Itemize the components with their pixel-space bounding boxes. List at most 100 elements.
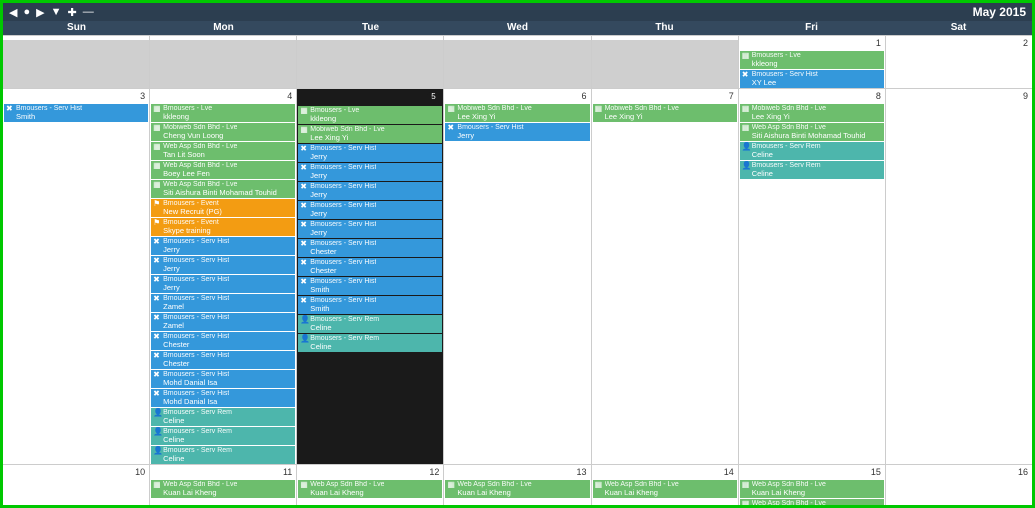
remove-button[interactable]: —	[83, 6, 94, 18]
day-header: Thu	[591, 21, 738, 35]
calendar-day-cell[interactable]: 7▦Mobiweb Sdn Bhd - LveLee Xing Yi	[592, 89, 739, 464]
calendar-event[interactable]: ✖Bmousers - Serv HistJerry	[151, 256, 295, 274]
wr-icon: ✖	[300, 240, 309, 248]
calendar-event[interactable]: ▦Web Asp Sdn Bhd - LveKuan Lai Kheng	[740, 480, 884, 498]
calendar-day-cell[interactable]: 1▦Bmousers - Lvekkleong✖Bmousers - Serv …	[739, 36, 886, 88]
calendar-event[interactable]: ✖Bmousers - Serv HistChester	[151, 351, 295, 369]
calendar-event[interactable]: 👤Bmousers - Serv RemCeline	[298, 334, 442, 352]
calendar-event[interactable]: ✖Bmousers - Serv HistZamel	[151, 294, 295, 312]
calendar-day-cell[interactable]: 10	[3, 465, 150, 505]
cal-icon: ▦	[300, 107, 309, 115]
calendar-event[interactable]: ▦Bmousers - Lvekkleong	[298, 106, 442, 124]
calendar-event[interactable]: ▦Mobiweb Sdn Bhd - LveLee Xing Yi	[445, 104, 589, 122]
calendar-event[interactable]: ✖Bmousers - Serv HistJerry	[298, 182, 442, 200]
calendar-event[interactable]: ✖Bmousers - Serv HistJerry	[298, 201, 442, 219]
flag-icon: ⚑	[153, 219, 162, 227]
calendar-day-cell[interactable]: 13▦Web Asp Sdn Bhd - LveKuan Lai Kheng	[444, 465, 591, 505]
wr-icon: ✖	[300, 259, 309, 267]
calendar-event[interactable]: ✖Bmousers - Serv HistSmith	[298, 277, 442, 295]
event-text: Bmousers - Serv HistJerry	[457, 124, 523, 140]
calendar-day-cell[interactable]: 4▦Bmousers - Lvekkleong▦Mobiweb Sdn Bhd …	[150, 89, 297, 464]
calendar-event[interactable]: 👤Bmousers - Serv RemCeline	[151, 408, 295, 426]
calendar-event[interactable]: ▦Mobiweb Sdn Bhd - LveLee Xing Yi	[298, 125, 442, 143]
wr-icon: ✖	[300, 221, 309, 229]
calendar-event[interactable]: ✖Bmousers - Serv HistChester	[151, 332, 295, 350]
calendar-event[interactable]: ✖Bmousers - Serv HistZamel	[151, 313, 295, 331]
calendar-day-cell[interactable]: 16	[886, 465, 1032, 505]
calendar-event[interactable]: ✖Bmousers - Serv HistJerry	[298, 220, 442, 238]
event-text: Bmousers - Serv HistMohd Danial Isa	[163, 390, 229, 406]
flag-icon: ⚑	[153, 200, 162, 208]
calendar-day-cell[interactable]: 3✖Bmousers - Serv HistSmith	[3, 89, 150, 464]
calendar-day-cell[interactable]	[3, 36, 150, 88]
calendar-event[interactable]: ✖Bmousers - Serv HistJerry	[151, 237, 295, 255]
calendar-event[interactable]: ▦Web Asp Sdn Bhd - LveSiti Aishura Binti…	[740, 499, 884, 506]
calendar-day-cell[interactable]: 8▦Mobiweb Sdn Bhd - LveLee Xing Yi▦Web A…	[739, 89, 886, 464]
add-button[interactable]: ✚	[67, 6, 76, 19]
calendar-day-cell[interactable]	[150, 36, 297, 88]
calendar-event[interactable]: ▦Web Asp Sdn Bhd - LveBoey Lee Fen	[151, 161, 295, 179]
event-text: Bmousers - Lvekkleong	[752, 52, 801, 68]
calendar-event[interactable]: 👤Bmousers - Serv RemCeline	[298, 315, 442, 333]
calendar-event[interactable]: ▦Mobiweb Sdn Bhd - LveCheng Vun Loong	[151, 123, 295, 141]
today-button[interactable]: ●	[23, 6, 30, 18]
event-text: Web Asp Sdn Bhd - LveKuan Lai Kheng	[457, 481, 531, 497]
event-text: Bmousers - Serv HistZamel	[163, 295, 229, 311]
calendar-day-cell[interactable]: 15▦Web Asp Sdn Bhd - LveKuan Lai Kheng▦W…	[739, 465, 886, 505]
calendar-day-cell[interactable]	[592, 36, 739, 88]
calendar-event[interactable]: ✖Bmousers - Serv HistJerry	[298, 144, 442, 162]
calendar-event[interactable]: ✖Bmousers - Serv HistMohd Danial Isa	[151, 370, 295, 388]
calendar-event[interactable]: ▦Web Asp Sdn Bhd - LveKuan Lai Kheng	[298, 480, 442, 498]
calendar-event[interactable]: 👤Bmousers - Serv RemCeline	[151, 446, 295, 464]
calendar-day-cell[interactable]: 6▦Mobiweb Sdn Bhd - LveLee Xing Yi✖Bmous…	[444, 89, 591, 464]
calendar-event[interactable]: ✖Bmousers - Serv HistJerry	[298, 163, 442, 181]
prev-button[interactable]: ◀	[9, 6, 17, 19]
calendar-day-cell[interactable]: 2	[886, 36, 1032, 88]
calendar-day-cell[interactable]	[297, 36, 444, 88]
calendar-event[interactable]: ✖Bmousers - Serv HistMohd Danial Isa	[151, 389, 295, 407]
calendar-event[interactable]: ▦Web Asp Sdn Bhd - LveKuan Lai Kheng	[151, 480, 295, 498]
day-number	[592, 36, 738, 40]
calendar-event[interactable]: ✖Bmousers - Serv HistJerry	[151, 275, 295, 293]
calendar-event[interactable]: ✖Bmousers - Serv HistChester	[298, 239, 442, 257]
calendar-event[interactable]: ✖Bmousers - Serv HistSmith	[298, 296, 442, 314]
calendar-day-cell[interactable]: 5▦Bmousers - Lvekkleong▦Mobiweb Sdn Bhd …	[297, 89, 444, 464]
wr-icon: ✖	[153, 314, 162, 322]
day-number: 3	[3, 89, 149, 103]
calendar-event[interactable]: 👤Bmousers - Serv RemCeline	[740, 161, 884, 179]
wr-icon: ✖	[300, 164, 309, 172]
calendar-event[interactable]: 👤Bmousers - Serv RemCeline	[151, 427, 295, 445]
calendar-event[interactable]: ▦Bmousers - Lvekkleong	[740, 51, 884, 69]
calendar-event[interactable]: ✖Bmousers - Serv HistXY Lee	[740, 70, 884, 88]
calendar-event[interactable]: ▦Web Asp Sdn Bhd - LveSiti Aishura Binti…	[740, 123, 884, 141]
calendar-day-cell[interactable]: 9	[886, 89, 1032, 464]
calendar-event[interactable]: ✖Bmousers - Serv HistSmith	[4, 104, 148, 122]
calendar-event[interactable]: ✖Bmousers - Serv HistChester	[298, 258, 442, 276]
calendar-event[interactable]: ⚑Bmousers - EventSkype training	[151, 218, 295, 236]
calendar-event[interactable]: ▦Bmousers - Lvekkleong	[151, 104, 295, 122]
calendar-event[interactable]: ▦Web Asp Sdn Bhd - LveTan Lit Soon	[151, 142, 295, 160]
down-button[interactable]: ▼	[51, 6, 62, 18]
calendar-event[interactable]: ▦Web Asp Sdn Bhd - LveKuan Lai Kheng	[593, 480, 737, 498]
calendar-event[interactable]: ✖Bmousers - Serv HistJerry	[445, 123, 589, 141]
calendar-event[interactable]: ▦Web Asp Sdn Bhd - LveKuan Lai Kheng	[445, 480, 589, 498]
day-number: 2	[886, 36, 1032, 50]
next-button[interactable]: ▶	[36, 6, 44, 19]
calendar-event[interactable]: ▦Web Asp Sdn Bhd - LveSiti Aishura Binti…	[151, 180, 295, 198]
calendar-event[interactable]: ▦Mobiweb Sdn Bhd - LveLee Xing Yi	[593, 104, 737, 122]
calendar-day-cell[interactable]	[444, 36, 591, 88]
calendar-day-cell[interactable]: 12▦Web Asp Sdn Bhd - LveKuan Lai Kheng	[297, 465, 444, 505]
cal-icon: ▦	[300, 481, 309, 489]
calendar-toolbar: ◀ ● ▶ ▼ ✚ — May 2015	[3, 3, 1032, 21]
calendar-day-cell[interactable]: 11▦Web Asp Sdn Bhd - LveKuan Lai Kheng	[150, 465, 297, 505]
event-text: Mobiweb Sdn Bhd - LveLee Xing Yi	[752, 105, 826, 121]
day-number: 4	[150, 89, 296, 103]
calendar-event[interactable]: ⚑Bmousers - EventNew Recruit (PG)	[151, 199, 295, 217]
calendar-event[interactable]: ▦Mobiweb Sdn Bhd - LveLee Xing Yi	[740, 104, 884, 122]
event-text: Web Asp Sdn Bhd - LveKuan Lai Kheng	[605, 481, 679, 497]
cal-icon: ▦	[595, 105, 604, 113]
calendar-day-cell[interactable]: 14▦Web Asp Sdn Bhd - LveKuan Lai Kheng	[592, 465, 739, 505]
event-text: Bmousers - Serv HistSmith	[310, 297, 376, 313]
cal-icon: ▦	[300, 126, 309, 134]
calendar-event[interactable]: 👤Bmousers - Serv RemCeline	[740, 142, 884, 160]
